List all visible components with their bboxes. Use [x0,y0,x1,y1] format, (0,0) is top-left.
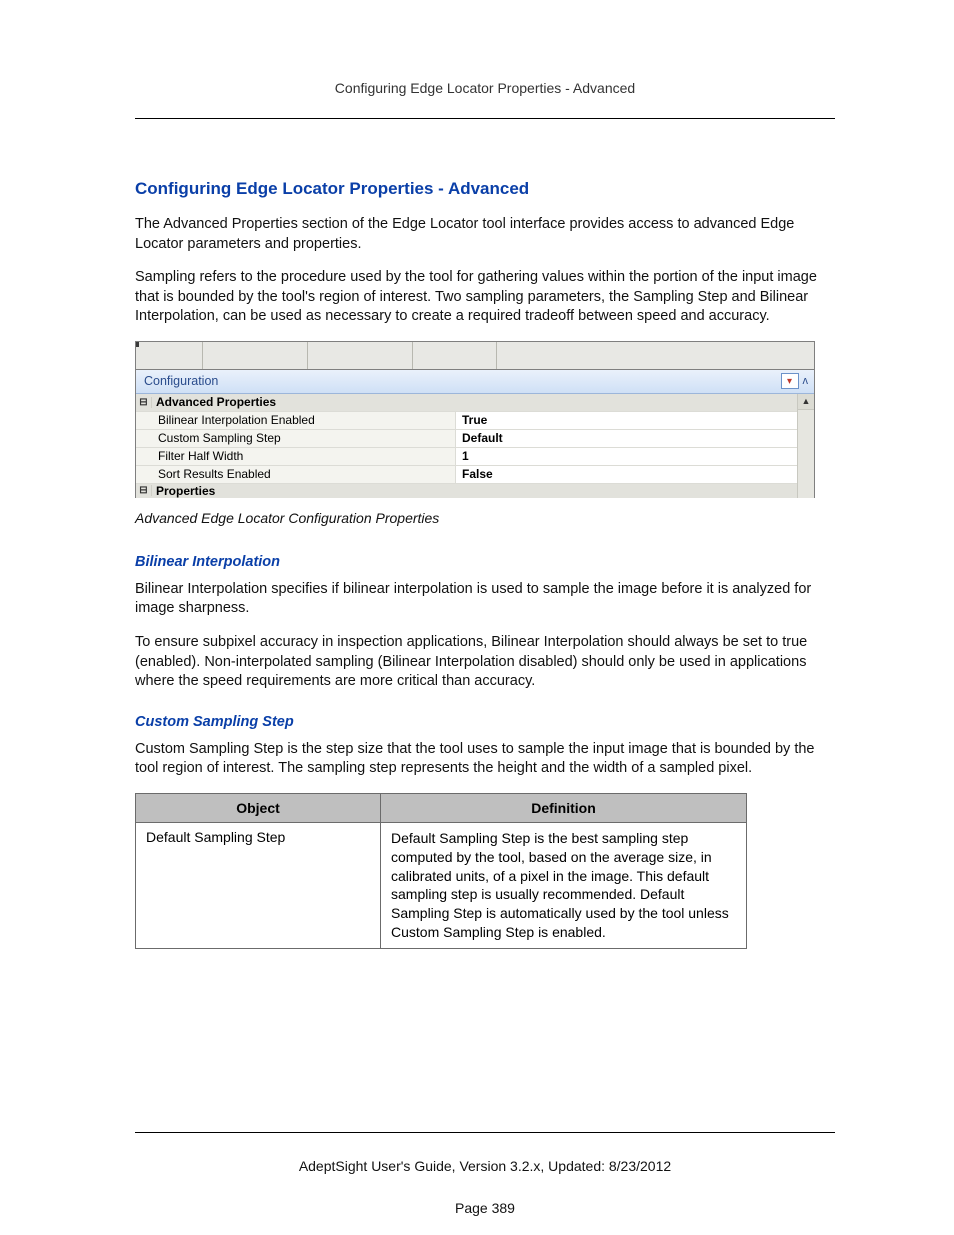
cell-definition: Default Sampling Step is the best sampli… [381,822,747,948]
arrow-down-icon[interactable]: ▾ [781,373,799,389]
footer-line-1: AdeptSight User's Guide, Version 3.2.x, … [135,1158,835,1174]
col-header-definition: Definition [381,793,747,822]
prop-key: Bilinear Interpolation Enabled [136,412,456,429]
group-label: Properties [152,484,215,498]
bilinear-paragraph-2: To ensure subpixel accuracy in inspectio… [135,633,835,692]
figure-caption: Advanced Edge Locator Configuration Prop… [135,510,835,526]
footer-rule [135,1132,835,1133]
custom-sampling-paragraph: Custom Sampling Step is the step size th… [135,740,835,779]
property-grid: Configuration ▾ ʌ ⊟ Advanced Properties … [135,341,815,498]
prop-value[interactable]: 1 [456,448,797,465]
prop-row-custom-sampling[interactable]: Custom Sampling Step Default [136,430,797,448]
prop-value[interactable]: Default [456,430,797,447]
prop-row-sort-results[interactable]: Sort Results Enabled False [136,466,797,484]
prop-key: Sort Results Enabled [136,466,456,483]
prop-key: Filter Half Width [136,448,456,465]
collapse-icon[interactable]: ⊟ [136,397,152,408]
bilinear-paragraph-1: Bilinear Interpolation specifies if bili… [135,580,835,619]
intro-paragraph-1: The Advanced Properties section of the E… [135,215,835,254]
definition-table: Object Definition Default Sampling Step … [135,793,747,949]
cell-object: Default Sampling Step [136,822,381,948]
running-head: Configuring Edge Locator Properties - Ad… [135,80,835,118]
group-properties-cut[interactable]: ⊟ Properties [136,484,797,498]
group-advanced-properties[interactable]: ⊟ Advanced Properties [136,394,797,412]
prop-value[interactable]: False [456,466,797,483]
prop-value[interactable]: True [456,412,797,429]
footer-page-number: Page 389 [135,1200,835,1216]
prop-row-bilinear[interactable]: Bilinear Interpolation Enabled True [136,412,797,430]
header-rule [135,118,835,119]
heading-custom-sampling: Custom Sampling Step [135,714,835,730]
collapse-up-icon[interactable]: ʌ [801,375,811,387]
configuration-label: Configuration [144,374,218,388]
col-header-object: Object [136,793,381,822]
page-title: Configuring Edge Locator Properties - Ad… [135,179,835,199]
vertical-scrollbar[interactable]: ▲ [797,394,814,498]
heading-bilinear: Bilinear Interpolation [135,554,835,570]
configuration-bar[interactable]: Configuration ▾ ʌ [136,370,814,394]
group-label: Advanced Properties [152,395,276,409]
prop-row-filter-half-width[interactable]: Filter Half Width 1 [136,448,797,466]
property-grid-tabs [136,342,814,370]
scroll-up-icon[interactable]: ▲ [798,394,814,410]
intro-paragraph-2: Sampling refers to the procedure used by… [135,268,835,327]
table-row: Default Sampling Step Default Sampling S… [136,822,747,948]
prop-key: Custom Sampling Step [136,430,456,447]
collapse-icon[interactable]: ⊟ [136,485,152,496]
